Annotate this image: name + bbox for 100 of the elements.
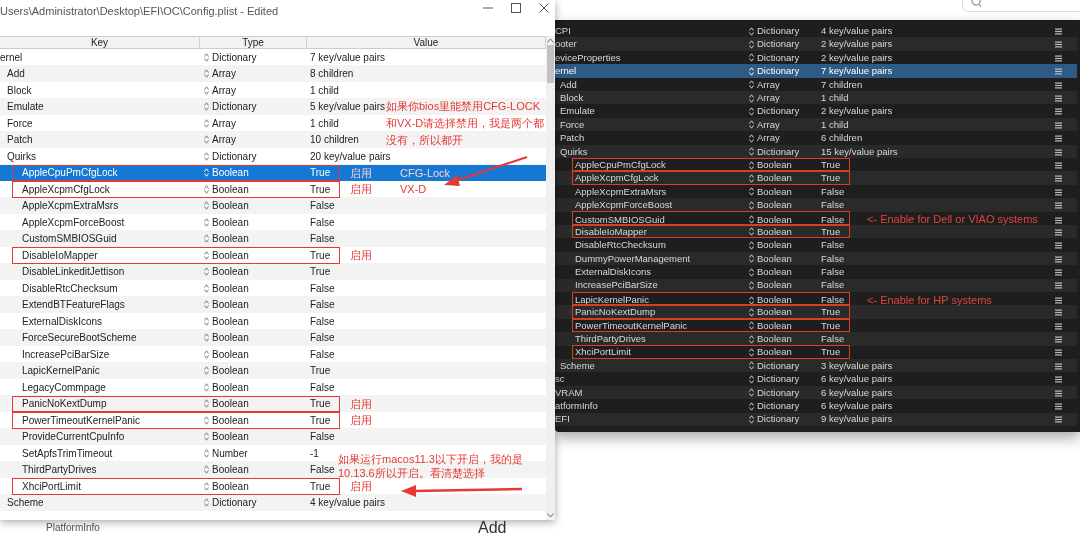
sidebar-item[interactable]: PlatformInfo bbox=[46, 520, 100, 535]
menu-icon[interactable] bbox=[1055, 335, 1062, 343]
key-cell: PanicNoKextDump bbox=[22, 398, 107, 410]
annotation-text: 如果运行macos11.3以下开启，我的是 10.13.6所以开启。看清楚选择 bbox=[338, 452, 523, 480]
annotation-text: 启用 bbox=[350, 479, 372, 494]
menu-icon[interactable] bbox=[1055, 376, 1062, 384]
menu-icon[interactable] bbox=[1055, 269, 1062, 276]
key-cell: AppleXcpmCfgLock bbox=[575, 172, 659, 184]
search-icon[interactable] bbox=[971, 0, 981, 8]
key-cell: Force bbox=[7, 117, 33, 129]
menu-icon[interactable] bbox=[1055, 362, 1062, 370]
type-cell-text: Boolean bbox=[212, 397, 249, 412]
type-cell-text: Boolean bbox=[212, 430, 249, 445]
key-cell: Block bbox=[560, 91, 584, 103]
menu-icon[interactable] bbox=[1055, 322, 1062, 330]
key-cell: ThirdPartyDrives bbox=[575, 333, 646, 344]
menu-icon[interactable] bbox=[1055, 94, 1062, 102]
type-cell-text: Boolean bbox=[212, 347, 249, 362]
value-cell-text: False bbox=[310, 314, 336, 329]
menu-icon[interactable] bbox=[1055, 228, 1062, 236]
key-cell: XhciPortLimit bbox=[22, 480, 81, 492]
scroll-down-icon[interactable] bbox=[547, 513, 554, 518]
key-cell: sc bbox=[555, 373, 565, 385]
menu-icon[interactable] bbox=[1055, 349, 1062, 357]
scroll-up-icon[interactable] bbox=[547, 38, 554, 43]
type-cell: Dictionary bbox=[757, 64, 800, 79]
menu-icon[interactable] bbox=[1055, 255, 1062, 263]
type-cell: Dictionary bbox=[757, 144, 800, 159]
key-cell: XhciPortLimit bbox=[575, 346, 631, 358]
annotation-text: VX-D bbox=[400, 182, 427, 197]
value-cell-text: True bbox=[310, 166, 332, 181]
annotation-text: 启用 bbox=[350, 182, 372, 197]
key-cell: ExtendBTFeatureFlags bbox=[22, 299, 125, 311]
menu-icon[interactable] bbox=[1055, 81, 1062, 89]
type-cell-text: Boolean bbox=[212, 281, 249, 296]
value-cell: 6 key/value pairs bbox=[821, 372, 893, 387]
value-cell: 15 key/value pairs bbox=[821, 144, 898, 159]
value-cell-text: True bbox=[821, 157, 842, 172]
value-cell-text: True bbox=[310, 413, 332, 428]
value-cell-text: False bbox=[821, 184, 846, 199]
menu-icon[interactable] bbox=[1055, 175, 1062, 183]
key-cell: IncreasePciBarSize bbox=[575, 279, 658, 291]
type-cell: Dictionary bbox=[757, 358, 800, 373]
type-cell-text: Boolean bbox=[212, 265, 249, 280]
menu-icon[interactable] bbox=[1055, 121, 1062, 129]
type-cell-text: Boolean bbox=[757, 292, 792, 307]
annotation-text: <- Enable for HP systems bbox=[867, 292, 992, 308]
menu-icon[interactable] bbox=[1055, 188, 1062, 196]
key-cell: CustomSMBIOSGuid bbox=[22, 233, 117, 245]
type-cell-text: Boolean bbox=[757, 224, 792, 239]
type-cell-text: Array bbox=[212, 133, 236, 148]
type-cell-text: Array bbox=[212, 116, 236, 131]
key-cell: CustomSMBIOSGuid bbox=[575, 213, 665, 225]
key-cell: Patch bbox=[560, 132, 585, 144]
menu-icon[interactable] bbox=[1055, 41, 1062, 49]
menu-icon[interactable] bbox=[1055, 296, 1062, 304]
menu-icon[interactable] bbox=[1055, 242, 1062, 250]
key-cell: AppleXcpmForceBoost bbox=[22, 216, 125, 228]
maximize-icon[interactable] bbox=[511, 3, 521, 13]
menu-icon[interactable] bbox=[1055, 161, 1062, 169]
menu-icon[interactable] bbox=[1055, 68, 1062, 76]
value-cell-text: 1 child bbox=[821, 90, 850, 105]
value-cell-text: False bbox=[310, 232, 336, 247]
type-cell-text: Boolean bbox=[212, 479, 249, 494]
menu-icon[interactable] bbox=[1055, 28, 1062, 35]
key-cell: atformInfo bbox=[555, 399, 598, 411]
value-cell: 2 key/value pairs bbox=[821, 37, 893, 52]
menu-icon[interactable] bbox=[1055, 282, 1062, 290]
menu-icon[interactable] bbox=[1055, 202, 1062, 210]
type-cell-text: Dictionary bbox=[757, 24, 800, 38]
menu-icon[interactable] bbox=[1055, 148, 1062, 156]
value-cell-text: False bbox=[310, 331, 336, 346]
menu-icon[interactable] bbox=[1055, 309, 1062, 317]
value-cell: 3 key/value pairs bbox=[821, 358, 893, 373]
value-cell-text: False bbox=[821, 292, 846, 307]
menu-icon[interactable] bbox=[1055, 108, 1062, 116]
selected-row[interactable]: ernel Dictionary 7 key/value pairs bbox=[555, 64, 1077, 78]
selected-row[interactable]: AppleCpuPmCfgLock Boolean True 启用 CFG-Lock bbox=[0, 164, 546, 181]
menu-icon[interactable] bbox=[1055, 389, 1062, 397]
menu-icon[interactable] bbox=[1055, 216, 1062, 224]
close-icon[interactable] bbox=[539, 3, 549, 13]
type-cell-text: Number bbox=[212, 446, 248, 461]
type-cell-text: Boolean bbox=[212, 413, 249, 428]
key-cell: DisableLinkeditJettison bbox=[22, 266, 125, 278]
menu-icon[interactable] bbox=[1055, 402, 1062, 410]
type-cell: Boolean bbox=[757, 318, 792, 333]
type-cell-text: Dictionary bbox=[212, 100, 257, 115]
key-cell: eviceProperties bbox=[555, 51, 621, 63]
menu-icon[interactable] bbox=[1055, 135, 1062, 143]
scrollbar-thumb[interactable] bbox=[547, 45, 554, 83]
menu-icon[interactable] bbox=[1055, 416, 1062, 424]
type-cell: Boolean bbox=[757, 212, 792, 227]
menu-icon[interactable] bbox=[1055, 54, 1062, 62]
key-cell: Quirks bbox=[7, 150, 36, 162]
section-heading: Add bbox=[478, 518, 507, 537]
key-cell: PanicNoKextDump bbox=[575, 306, 656, 318]
value-cell-text: 6 key/value pairs bbox=[821, 398, 893, 413]
value-cell-text: 7 key/value pairs bbox=[310, 50, 386, 65]
type-cell-text: Dictionary bbox=[757, 50, 800, 65]
key-cell: Add bbox=[560, 78, 577, 90]
